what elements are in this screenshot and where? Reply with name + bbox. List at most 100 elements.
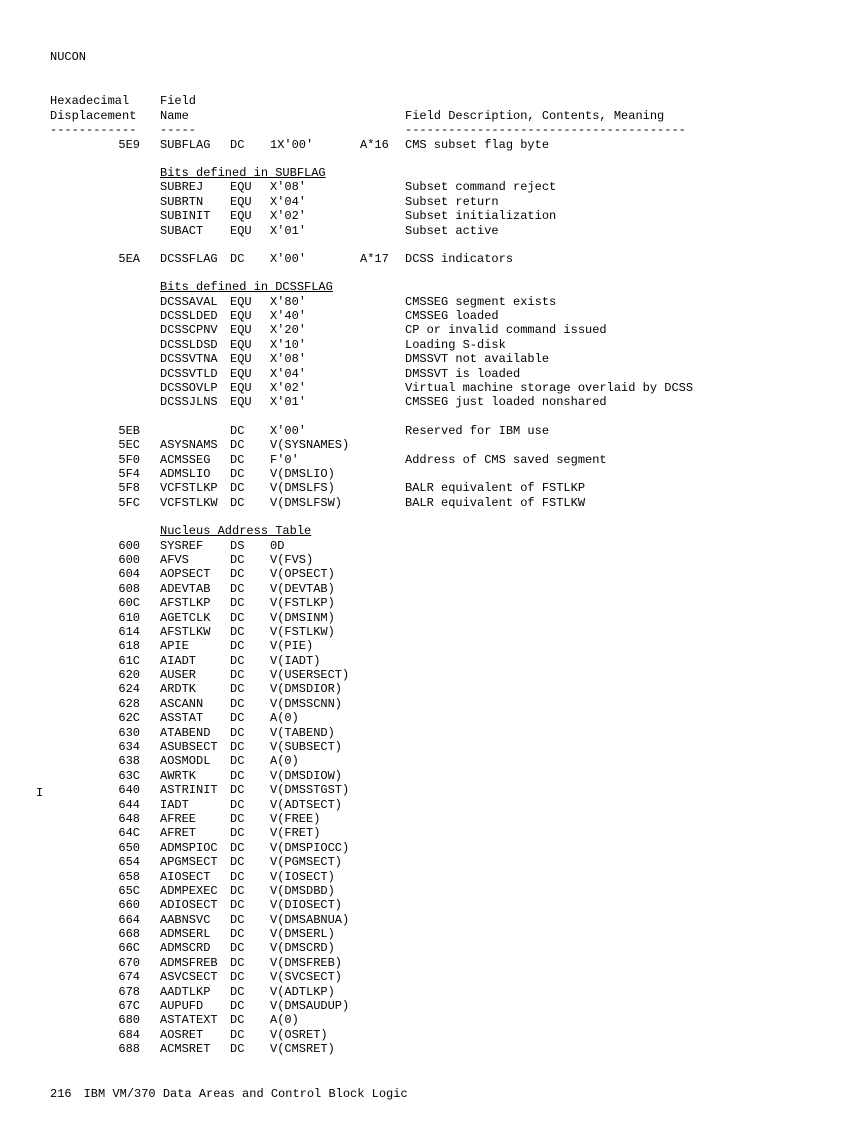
- name-cell: AADTLKP: [160, 985, 230, 999]
- val-cell: 0D: [270, 539, 360, 553]
- op-cell: DC: [230, 1042, 270, 1056]
- table-row: 640ASTRINITDCV(DMSSTGST): [50, 783, 799, 797]
- val-cell: V(OSRET): [270, 1028, 360, 1042]
- table-row: 5EBDCX'00'Reserved for IBM use: [50, 424, 799, 438]
- disp-cell: 628: [50, 697, 160, 711]
- op-cell: DC: [230, 855, 270, 869]
- table-row: 664AABNSVCDCV(DMSABNUA): [50, 913, 799, 927]
- disp-cell: 5EB: [50, 424, 160, 438]
- table-row: 660ADIOSECTDCV(DIOSECT): [50, 898, 799, 912]
- val-cell: A(0): [270, 711, 360, 725]
- op-cell: EQU: [230, 195, 270, 209]
- mod-cell: [360, 467, 405, 481]
- desc-cell: Loading S-disk: [405, 338, 799, 352]
- table-row: 634ASUBSECTDCV(SUBSECT): [50, 740, 799, 754]
- op-cell: DC: [230, 668, 270, 682]
- desc-cell: [405, 1028, 799, 1042]
- name-cell: AWRTK: [160, 769, 230, 783]
- desc-cell: [405, 985, 799, 999]
- op-cell: EQU: [230, 209, 270, 223]
- col-header-disp-1: Hexadecimal: [50, 94, 160, 108]
- name-cell: ARDTK: [160, 682, 230, 696]
- desc-cell: CMSSEG segment exists: [405, 295, 799, 309]
- op-cell: EQU: [230, 395, 270, 409]
- name-cell: ASYSNAMS: [160, 438, 230, 452]
- table-row: 668ADMSERLDCV(DMSERL): [50, 927, 799, 941]
- op-cell: DC: [230, 898, 270, 912]
- name-cell: ASCANN: [160, 697, 230, 711]
- table-row: 654APGMSECTDCV(PGMSECT): [50, 855, 799, 869]
- name-cell: AABNSVC: [160, 913, 230, 927]
- op-cell: EQU: [230, 323, 270, 337]
- table-row: 5F4ADMSLIODCV(DMSLIO): [50, 467, 799, 481]
- mod-cell: [360, 209, 405, 223]
- disp-cell: [50, 209, 160, 223]
- table-row: 620AUSERDCV(USERSECT): [50, 668, 799, 682]
- val-cell: V(PIE): [270, 639, 360, 653]
- op-cell: EQU: [230, 367, 270, 381]
- disp-cell: 614: [50, 625, 160, 639]
- desc-cell: CMSSEG loaded: [405, 309, 799, 323]
- val-cell: V(DIOSECT): [270, 898, 360, 912]
- name-cell: ACMSSEG: [160, 453, 230, 467]
- mod-cell: [360, 927, 405, 941]
- disp-cell: 61C: [50, 654, 160, 668]
- name-cell: DCSSLDSD: [160, 338, 230, 352]
- column-headers-line1: Hexadecimal Field: [50, 94, 799, 108]
- op-cell: DC: [230, 625, 270, 639]
- op-cell: DC: [230, 754, 270, 768]
- val-cell: V(DMSINM): [270, 611, 360, 625]
- desc-cell: [405, 467, 799, 481]
- op-cell: DC: [230, 913, 270, 927]
- mod-cell: [360, 726, 405, 740]
- val-cell: A(0): [270, 754, 360, 768]
- val-cell: X'00': [270, 252, 360, 266]
- val-cell: V(DMSLIO): [270, 467, 360, 481]
- section-heading: Bits defined in DCSSFLAG: [50, 280, 799, 294]
- col-header-disp-2: Displacement: [50, 109, 160, 123]
- name-cell: ASTATEXT: [160, 1013, 230, 1027]
- name-cell: SYSREF: [160, 539, 230, 553]
- op-cell: EQU: [230, 180, 270, 194]
- mod-cell: [360, 999, 405, 1013]
- mod-cell: [360, 985, 405, 999]
- desc-cell: [405, 884, 799, 898]
- mod-cell: [360, 711, 405, 725]
- mod-cell: [360, 352, 405, 366]
- table-row: DCSSVTNAEQUX'08'DMSSVT not available: [50, 352, 799, 366]
- desc-cell: DCSS indicators: [405, 252, 799, 266]
- desc-cell: Virtual machine storage overlaid by DCSS: [405, 381, 799, 395]
- mod-cell: [360, 625, 405, 639]
- desc-cell: [405, 625, 799, 639]
- mod-cell: [360, 913, 405, 927]
- op-cell: DC: [230, 611, 270, 625]
- val-cell: V(OPSECT): [270, 567, 360, 581]
- name-cell: ACMSRET: [160, 1042, 230, 1056]
- val-cell: X'20': [270, 323, 360, 337]
- desc-cell: [405, 956, 799, 970]
- mod-cell: [360, 567, 405, 581]
- desc-cell: Subset active: [405, 224, 799, 238]
- val-cell: X'10': [270, 338, 360, 352]
- disp-cell: [50, 352, 160, 366]
- val-cell: V(SYSNAMES): [270, 438, 360, 452]
- disp-cell: 650: [50, 841, 160, 855]
- mod-cell: [360, 970, 405, 984]
- name-cell: ASUBSECT: [160, 740, 230, 754]
- table-row: 630ATABENDDCV(TABEND): [50, 726, 799, 740]
- op-cell: DC: [230, 941, 270, 955]
- name-cell: DCSSVTLD: [160, 367, 230, 381]
- desc-cell: [405, 711, 799, 725]
- op-cell: DS: [230, 539, 270, 553]
- name-cell: DCSSOVLP: [160, 381, 230, 395]
- disp-cell: [50, 224, 160, 238]
- desc-cell: [405, 567, 799, 581]
- disp-cell: 660: [50, 898, 160, 912]
- name-cell: VCFSTLKW: [160, 496, 230, 510]
- table-row: 67CAUPUFDDCV(DMSAUDUP): [50, 999, 799, 1013]
- change-bar: I: [36, 786, 43, 800]
- name-cell: AOSRET: [160, 1028, 230, 1042]
- disp-cell: 640: [50, 783, 160, 797]
- desc-cell: [405, 970, 799, 984]
- disp-cell: 600: [50, 539, 160, 553]
